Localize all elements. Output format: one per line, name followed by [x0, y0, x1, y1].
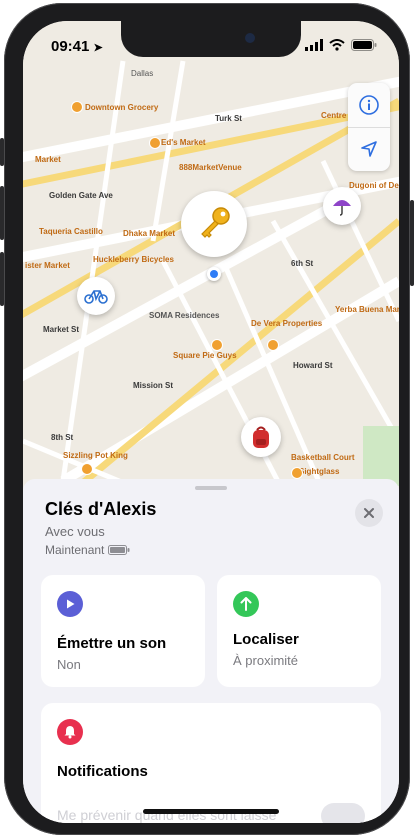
device-frame: Dallas Downtown Grocery Turk St Centre E…	[0, 0, 414, 838]
last-seen-text: Maintenant	[45, 543, 105, 557]
backpack-marker[interactable]	[241, 417, 281, 457]
locate-label: Localiser	[233, 631, 299, 648]
locate-button[interactable]	[348, 127, 390, 171]
map-label-dallas: Dallas	[131, 69, 154, 78]
locate-card[interactable]: Localiser À proximité	[217, 575, 381, 687]
map-label-dugoni: Dugoni of Dent	[349, 181, 399, 190]
umbrella-icon	[333, 200, 351, 216]
map-label-square-pie-guys: Square Pie Guys	[173, 351, 237, 360]
map-label-de-vera-properties: De Vera Properties	[251, 319, 323, 328]
item-detail-sheet: Clés d'Alexis Avec vous Maintenant Émett…	[23, 479, 399, 823]
screen: Dallas Downtown Grocery Turk St Centre E…	[23, 21, 399, 823]
map-label-golden-gate-ave: Golden Gate Ave	[49, 191, 113, 200]
notify-left-behind-toggle[interactable]	[321, 803, 365, 823]
info-icon	[359, 95, 379, 115]
info-button[interactable]	[348, 83, 390, 127]
last-seen: Maintenant	[45, 543, 130, 557]
map-label-basketball-court: Basketball Court	[291, 453, 355, 462]
home-indicator[interactable]	[143, 809, 279, 814]
locate-value: À proximité	[233, 653, 299, 668]
power-button	[410, 200, 414, 286]
map-label-howard-st: Howard St	[293, 361, 333, 370]
notifications-card[interactable]: Notifications Me prévenir quand elles so…	[41, 703, 381, 823]
map-label-taqueria-castillo: Taqueria Castillo	[39, 227, 103, 236]
keys-marker[interactable]	[181, 191, 247, 257]
poi-dot-de-vera	[267, 339, 279, 351]
battery-icon	[351, 39, 377, 51]
owner-status: Avec vous	[45, 524, 105, 539]
poi-dot-square-pie-guys	[211, 339, 223, 351]
battery-level-icon	[108, 545, 130, 555]
map-label-888-market-venue: 888MarketVenue	[179, 163, 242, 172]
map-label-eds-market: Ed's Market	[161, 138, 206, 147]
map-label-sizzling-pot-king: Sizzling Pot King	[63, 451, 128, 460]
map-label-market-st: Market St	[43, 325, 80, 334]
bicycle-icon	[84, 290, 108, 304]
notifications-label: Notifications	[57, 763, 148, 780]
wifi-icon	[329, 39, 345, 51]
map-label-6th-st: 6th St	[291, 259, 314, 268]
user-location-dot	[207, 267, 221, 281]
location-services-icon: ➤	[93, 42, 103, 54]
bell-icon	[57, 719, 83, 745]
map-label-market: Market	[35, 155, 61, 164]
play-sound-value: Non	[57, 657, 81, 672]
sheet-grabber[interactable]	[195, 486, 227, 490]
map-label-turk-st: Turk St	[215, 114, 242, 123]
map-label-yerba-buena-market: Yerba Buena Market	[335, 305, 399, 314]
play-sound-label: Émettre un son	[57, 635, 167, 652]
umbrella-marker[interactable]	[323, 187, 361, 225]
poi-dot-downtown-grocery	[71, 101, 83, 113]
map-label-huckleberry-bicycles: Huckleberry Bicycles	[93, 255, 174, 264]
poi-dot-sizzling-pot	[81, 463, 93, 475]
map-label-mission-st: Mission St	[133, 381, 174, 390]
map-label-8th-st: 8th St	[51, 433, 74, 442]
status-bar: 09:41 ➤	[23, 35, 399, 59]
location-arrow-icon	[361, 141, 377, 157]
cellular-signal-icon	[305, 39, 323, 51]
map-label-ister-market: ister Market	[25, 261, 70, 270]
map-controls	[348, 83, 390, 171]
map-label-downtown-grocery: Downtown Grocery	[85, 103, 159, 112]
status-icons	[305, 39, 377, 51]
map-label-dhaka-market: Dhaka Market	[123, 229, 176, 238]
map-label-sightglass: Sightglass	[299, 467, 340, 476]
key-icon	[201, 207, 230, 238]
status-time: 09:41 ➤	[51, 38, 103, 55]
play-sound-card[interactable]: Émettre un son Non	[41, 575, 205, 687]
close-icon	[364, 508, 374, 518]
item-title: Clés d'Alexis	[45, 499, 157, 519]
bicycle-marker[interactable]	[77, 277, 115, 315]
arrow-up-icon	[233, 591, 259, 617]
phone-body: Dallas Downtown Grocery Turk St Centre E…	[4, 3, 410, 835]
play-icon	[57, 591, 83, 617]
backpack-icon	[253, 426, 269, 448]
poi-dot-sightglass	[291, 467, 303, 479]
map-label-soma-residences: SOMA Residences	[149, 311, 220, 320]
map-label-centre: Centre	[321, 111, 347, 120]
close-button[interactable]	[355, 499, 383, 527]
poi-dot-eds-market	[149, 137, 161, 149]
